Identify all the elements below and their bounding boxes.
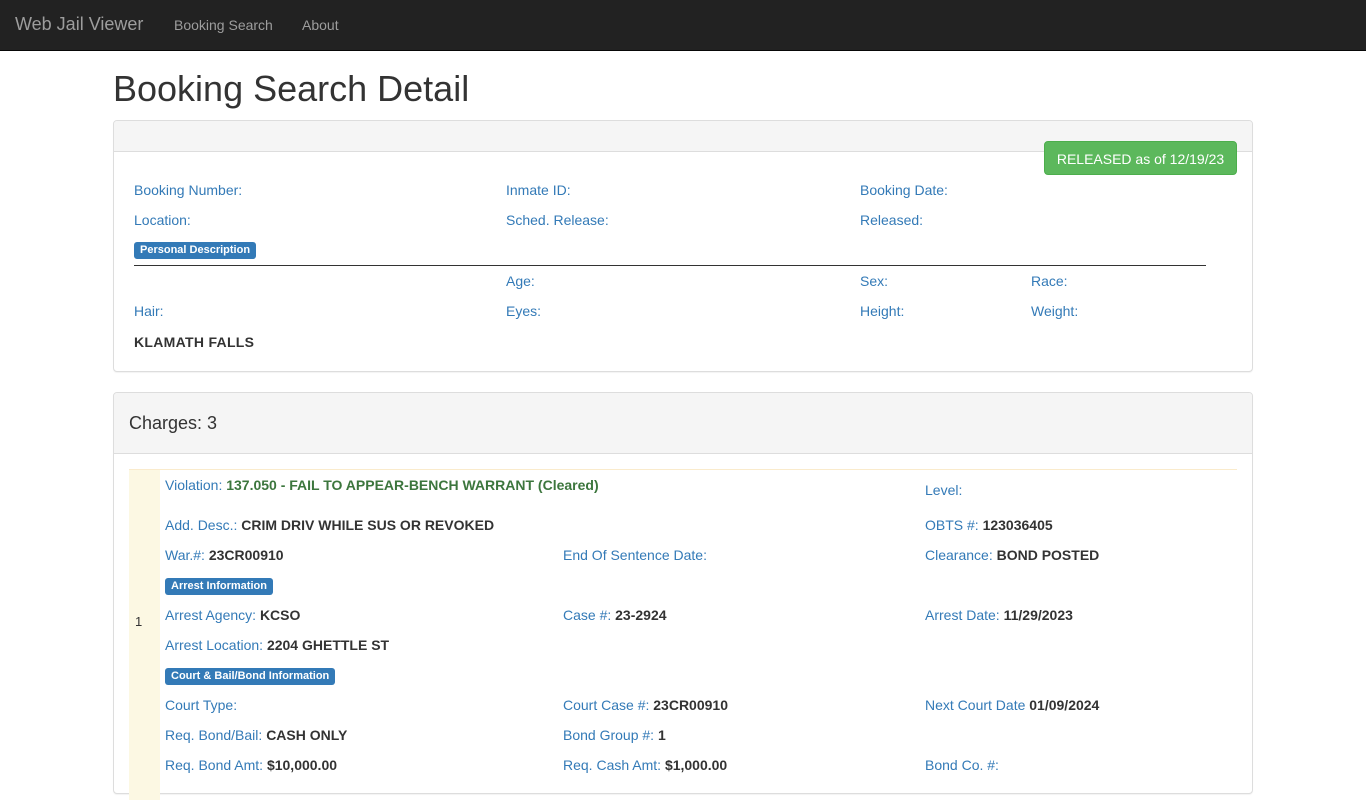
case-value: 23-2924 [615, 607, 667, 623]
warrant-value: 23CR00910 [208, 547, 284, 563]
court-type-label: Court Type: [165, 697, 238, 713]
next-court-label: Next Court Date [925, 697, 1026, 713]
warrant-field: War.#: 23CR00910 [165, 547, 284, 563]
req-bond-field: Req. Bond/Bail: CASH ONLY [165, 727, 347, 743]
charge-row: 1 Violation: 137.050 - FAIL TO APPEAR-BE… [129, 469, 1237, 800]
add-desc-value: CRIM DRIV WHILE SUS OR REVOKED [241, 517, 495, 533]
court-bail-bond-label: Court & Bail/Bond Information [165, 668, 336, 685]
obts-value: 123036405 [982, 517, 1053, 533]
personal-description-label: Personal Description [134, 242, 257, 259]
charge-number-cell: 1 [129, 470, 160, 800]
nav-link-booking-search[interactable]: Booking Search [174, 17, 273, 33]
weight-label: Weight: [1031, 303, 1079, 319]
height-label: Height: [860, 303, 905, 319]
bond-amt-label: Req. Bond Amt: [165, 757, 264, 773]
level-label: Level: [925, 482, 963, 498]
next-court-value: 01/09/2024 [1029, 697, 1100, 713]
violation-label: Violation: [165, 477, 223, 493]
violation-field: Violation: 137.050 - FAIL TO APPEAR-BENC… [165, 477, 599, 493]
arrest-agency-value: KCSO [259, 607, 301, 623]
charge-number: 1 [135, 614, 143, 629]
bond-group-label: Bond Group #: [563, 727, 655, 743]
charge-details: Violation: 137.050 - FAIL TO APPEAR-BENC… [160, 470, 1237, 800]
location-label: Location: [134, 212, 191, 228]
cash-amt-label: Req. Cash Amt: [563, 757, 662, 773]
obts-field: OBTS #: 123036405 [925, 517, 1053, 533]
bond-co-label: Bond Co. #: [925, 757, 999, 773]
court-case-label: Court Case #: [563, 697, 650, 713]
hair-label: Hair: [134, 303, 164, 319]
end-sentence-label: End Of Sentence Date: [563, 547, 707, 563]
court-case-value: 23CR00910 [653, 697, 728, 713]
nav-link-about[interactable]: About [302, 17, 339, 33]
page-title: Booking Search Detail [113, 68, 470, 109]
charges-panel: Charges: 3 1 Violation: 137.050 - FAIL T… [113, 392, 1253, 800]
court-case-field: Court Case #: 23CR00910 [563, 697, 728, 713]
charges-panel-heading: Charges: 3 [114, 393, 1252, 454]
arrest-location-value: 2204 GHETTLE ST [266, 637, 390, 653]
next-court-field: Next Court Date 01/09/2024 [925, 697, 1099, 713]
obts-label: OBTS #: [925, 517, 979, 533]
cash-amt-field: Req. Cash Amt: $1,000.00 [563, 757, 727, 773]
inmate-id-label: Inmate ID: [506, 182, 571, 198]
arrest-date-field: Arrest Date: 11/29/2023 [925, 607, 1073, 623]
clearance-field: Clearance: BOND POSTED [925, 547, 1099, 563]
req-bond-label: Req. Bond/Bail: [165, 727, 263, 743]
city-value: KLAMATH FALLS [134, 334, 255, 350]
sched-release-label: Sched. Release: [506, 212, 609, 228]
divider [134, 265, 1206, 266]
booking-number-label: Booking Number: [134, 182, 243, 198]
bond-amt-value: $10,000.00 [266, 757, 338, 773]
status-badge: RELEASED as of 12/19/23 [1044, 141, 1237, 175]
bond-group-value: 1 [657, 727, 666, 743]
arrest-location-field: Arrest Location: 2204 GHETTLE ST [165, 637, 389, 653]
warrant-label: War.#: [165, 547, 205, 563]
cash-amt-value: $1,000.00 [664, 757, 728, 773]
brand-link[interactable]: Web Jail Viewer [15, 14, 143, 35]
arrest-date-value: 11/29/2023 [1003, 607, 1073, 623]
sex-label: Sex: [860, 273, 889, 289]
age-label: Age: [506, 273, 535, 289]
arrest-information-label: Arrest Information [165, 578, 273, 595]
charges-title: Charges: 3 [129, 413, 218, 433]
add-desc-field: Add. Desc.: CRIM DRIV WHILE SUS OR REVOK… [165, 517, 494, 533]
case-field: Case #: 23-2924 [563, 607, 667, 623]
arrest-date-label: Arrest Date: [925, 607, 1000, 623]
bond-amt-field: Req. Bond Amt: $10,000.00 [165, 757, 337, 773]
navbar: Web Jail Viewer Booking Search About [0, 0, 1366, 51]
arrest-agency-label: Arrest Agency: [165, 607, 257, 623]
race-label: Race: [1031, 273, 1068, 289]
released-label: Released: [860, 212, 924, 228]
case-label: Case #: [563, 607, 612, 623]
add-desc-label: Add. Desc.: [165, 517, 238, 533]
bond-group-field: Bond Group #: 1 [563, 727, 666, 743]
booking-date-label: Booking Date: [860, 182, 948, 198]
req-bond-value: CASH ONLY [266, 727, 348, 743]
booking-panel: RELEASED as of 12/19/23 Booking Number: … [113, 120, 1253, 372]
violation-value: 137.050 - FAIL TO APPEAR-BENCH WARRANT (… [226, 477, 599, 493]
clearance-label: Clearance: [925, 547, 993, 563]
clearance-value: BOND POSTED [996, 547, 1100, 563]
eyes-label: Eyes: [506, 303, 542, 319]
arrest-agency-field: Arrest Agency: KCSO [165, 607, 300, 623]
arrest-location-label: Arrest Location: [165, 637, 264, 653]
